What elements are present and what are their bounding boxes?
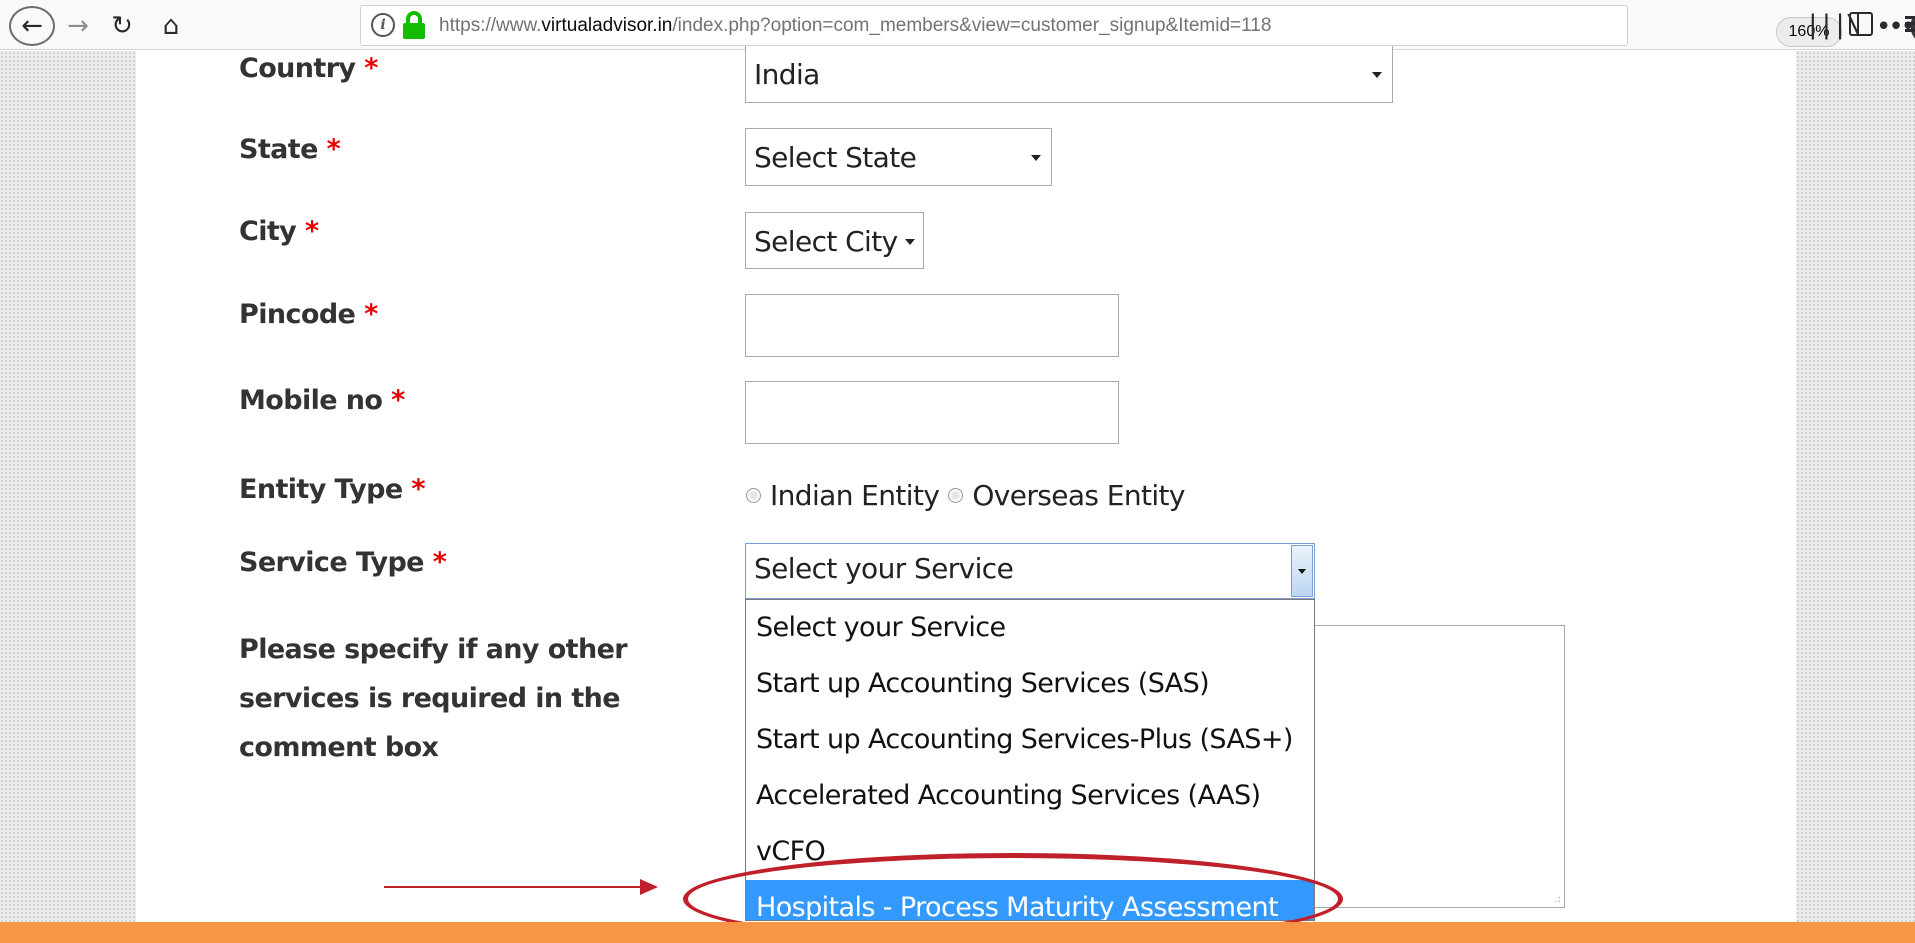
browser-toolbar: ← → ↻ ⌂ i https://www.virtualadvisor.in/… — [0, 0, 1915, 50]
dropdown-option[interactable]: Accelerated Accounting Services (AAS) — [746, 768, 1314, 824]
reload-icon[interactable]: ↻ — [106, 6, 138, 46]
url-text[interactable]: https://www.virtualadvisor.in/index.php?… — [439, 6, 1271, 45]
required-marker: * — [305, 216, 319, 247]
lock-icon[interactable] — [403, 11, 425, 39]
annotation-arrow — [384, 879, 658, 895]
state-label: State * — [239, 134, 341, 165]
city-select[interactable]: Select City — [745, 212, 924, 269]
required-marker: * — [411, 474, 425, 505]
city-select-value: Select City — [754, 225, 898, 258]
overseas-entity-radio[interactable] — [948, 487, 964, 503]
chevron-down-icon — [1372, 72, 1382, 78]
indian-entity-radio[interactable] — [746, 487, 761, 503]
url-domain: virtualadvisor.in — [541, 15, 673, 36]
mobile-label: Mobile no * — [239, 385, 405, 416]
city-label: City * — [239, 216, 319, 247]
overseas-entity-label[interactable]: Overseas Entity — [972, 479, 1185, 512]
required-marker: * — [364, 53, 378, 84]
home-icon[interactable]: ⌂ — [153, 6, 189, 46]
sidebar-icon[interactable] — [1849, 12, 1873, 36]
left-background-pattern — [0, 51, 136, 922]
required-marker: * — [432, 547, 447, 578]
chevron-down-icon — [905, 238, 915, 245]
entity-type-radio-group: Indian Entity Overseas Entity — [746, 475, 1194, 515]
state-select-value: Select State — [754, 141, 917, 174]
service-type-label: Service Type * — [239, 547, 447, 578]
indian-entity-label[interactable]: Indian Entity — [770, 479, 940, 512]
comment-textarea[interactable]: .: — [1313, 625, 1565, 908]
required-marker: * — [364, 299, 378, 330]
dropdown-option[interactable]: Start up Accounting Services-Plus (SAS+) — [746, 712, 1314, 768]
chevron-down-icon — [1031, 155, 1041, 161]
country-select[interactable]: India — [745, 46, 1393, 103]
service-type-select[interactable]: Select your Service — [745, 543, 1315, 599]
resize-grip-icon[interactable]: .: — [1554, 894, 1561, 905]
comment-label: Please specify if any other services is … — [239, 625, 639, 772]
required-marker: * — [391, 385, 405, 416]
menu-icon[interactable] — [1905, 16, 1915, 32]
url-prefix: https://www. — [439, 15, 542, 36]
country-label: Country * — [239, 53, 378, 84]
pincode-label: Pincode * — [239, 299, 378, 330]
dropdown-option[interactable]: Start up Accounting Services (SAS) — [746, 656, 1314, 712]
forward-icon[interactable]: → — [62, 6, 94, 46]
comment-label-line: Please specify if any other — [239, 634, 628, 665]
mobile-input[interactable] — [745, 381, 1119, 444]
required-marker: * — [326, 134, 341, 165]
info-icon[interactable]: i — [371, 13, 395, 37]
footer-bar — [0, 922, 1915, 943]
dropdown-option[interactable]: Select your Service — [746, 600, 1314, 656]
country-select-value: India — [754, 58, 820, 91]
back-icon[interactable]: ← — [9, 6, 55, 46]
right-background-pattern — [1796, 51, 1915, 922]
url-path: /index.php?option=com_members&view=custo… — [672, 15, 1272, 36]
url-bar[interactable]: i https://www.virtualadvisor.in/index.ph… — [360, 5, 1915, 47]
service-type-select-value: Select your Service — [754, 552, 1014, 585]
entity-type-label: Entity Type * — [239, 474, 426, 505]
comment-label-line: services is required in the — [239, 683, 621, 714]
state-select[interactable]: Select State — [745, 128, 1052, 186]
comment-label-line: comment box — [239, 732, 439, 763]
chevron-down-icon[interactable] — [1291, 545, 1313, 597]
pincode-input[interactable] — [745, 294, 1119, 357]
